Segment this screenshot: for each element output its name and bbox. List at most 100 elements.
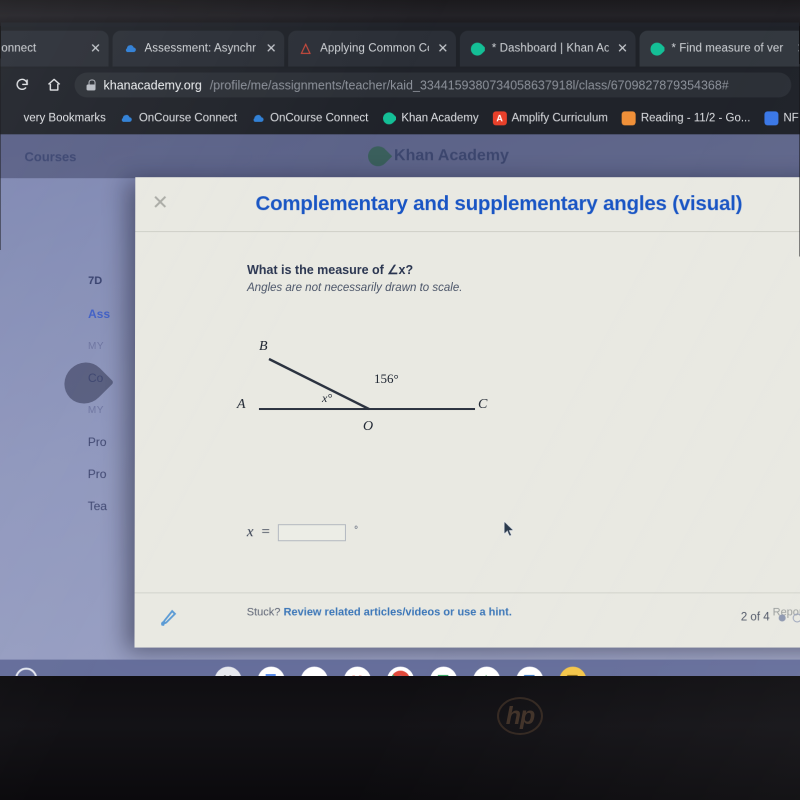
sidebar-item-1[interactable]: Ass bbox=[0, 298, 140, 330]
bookmarks-bar: very Bookmarks OnCourse Connect OnCourse C… bbox=[1, 101, 800, 134]
sidebar-item-label: Ass bbox=[88, 307, 111, 322]
reload-icon[interactable] bbox=[9, 72, 35, 98]
bookmark-item-0[interactable]: very Bookmarks bbox=[5, 111, 106, 125]
tab-title: Applying Common Co bbox=[320, 42, 429, 55]
angle-diagram: B A O C x° 156° bbox=[235, 337, 505, 447]
bookmark-item-1[interactable]: OnCourse Connect bbox=[120, 111, 237, 125]
bookmark-label: Reading - 11/2 - Go... bbox=[640, 111, 751, 124]
exercise-modal: ✕ Complementary and supplementary angles… bbox=[134, 177, 800, 648]
answer-input[interactable] bbox=[277, 524, 347, 542]
mouse-cursor bbox=[503, 519, 515, 538]
url-host: khanacademy.org bbox=[103, 77, 202, 92]
answer-equals: = bbox=[261, 524, 270, 541]
bookmark-label: NFL Charac bbox=[783, 111, 800, 124]
sidebar-item-label: Pro bbox=[87, 435, 107, 450]
khan-leaf-icon bbox=[382, 110, 397, 125]
bookmark-item-4[interactable]: A Amplify Curriculum bbox=[492, 110, 608, 125]
sidebar-item-label: MY bbox=[87, 340, 105, 352]
point-label-C: C bbox=[478, 397, 488, 413]
ray-OB bbox=[268, 357, 370, 410]
pager-dot-1[interactable] bbox=[792, 612, 800, 622]
tab-title: * Dashboard | Khan Ac bbox=[491, 42, 609, 55]
pager-dots bbox=[778, 612, 800, 622]
pencil-scratchpad-icon[interactable] bbox=[157, 607, 183, 633]
modal-title: Complementary and supplementary angles (… bbox=[255, 192, 743, 216]
modal-body: What is the measure of ∠x? Angles are no… bbox=[135, 232, 800, 618]
khan-logo[interactable]: Khan Academy bbox=[363, 142, 509, 171]
home-icon[interactable] bbox=[41, 72, 67, 98]
browser-tab-2[interactable]: Applying Common Co ✕ bbox=[288, 30, 456, 67]
bookmark-label: OnCourse Connect bbox=[138, 111, 238, 124]
bookmark-item-3[interactable]: Khan Academy bbox=[382, 110, 479, 125]
browser-tab-0[interactable]: urse Connect ✕ bbox=[0, 30, 109, 67]
cloud-icon bbox=[251, 111, 265, 125]
sidebar-item-label: 7D bbox=[88, 275, 103, 288]
bookmark-label: Khan Academy bbox=[401, 111, 479, 124]
laptop-bezel-bottom bbox=[0, 676, 800, 800]
browser-tab-4[interactable]: * Find measure of ver ✕ bbox=[639, 30, 800, 67]
cloud-icon bbox=[123, 41, 138, 56]
pager-text: 2 of 4 bbox=[740, 611, 770, 624]
tab-title: urse Connect bbox=[0, 42, 37, 55]
khan-leaf-icon bbox=[649, 41, 665, 57]
sidebar-item-5[interactable]: Pro bbox=[0, 426, 140, 458]
tab-close-icon[interactable]: ✕ bbox=[616, 41, 630, 56]
omnibox-bar: khanacademy.org /profile/me/assignments/… bbox=[1, 69, 800, 102]
sidebar-item-7[interactable]: Tea bbox=[0, 490, 140, 522]
bookmark-item-5[interactable]: Reading - 11/2 - Go... bbox=[621, 110, 751, 125]
angle-label-156: 156° bbox=[373, 371, 399, 387]
cloud-icon bbox=[120, 111, 134, 125]
address-bar[interactable]: khanacademy.org /profile/me/assignments/… bbox=[74, 72, 792, 98]
bookmark-label: Amplify Curriculum bbox=[511, 111, 608, 124]
khan-logo-text: Khan Academy bbox=[394, 147, 509, 165]
url-path: /profile/me/assignments/teacher/kaid_334… bbox=[209, 77, 729, 92]
sidebar-item-4[interactable]: MY bbox=[0, 394, 140, 426]
browser-tab-3[interactable]: * Dashboard | Khan Ac ✕ bbox=[459, 30, 636, 67]
sidebar-item-6[interactable]: Pro bbox=[0, 458, 140, 490]
pyramid-icon bbox=[298, 41, 313, 56]
folder-icon bbox=[5, 111, 19, 125]
bookmark-label: very Bookmarks bbox=[23, 111, 106, 124]
sidebar-item-label: Co bbox=[87, 371, 104, 386]
bookmark-item-2[interactable]: OnCourse Connect bbox=[251, 111, 368, 125]
sidebar-item-2[interactable]: MY bbox=[0, 330, 140, 362]
answer-row: x = ° bbox=[246, 524, 359, 542]
lock-icon bbox=[87, 79, 96, 90]
modal-footer: 2 of 4 bbox=[134, 592, 800, 648]
courses-menu[interactable]: Courses bbox=[24, 149, 76, 164]
slides-blue-icon bbox=[764, 110, 779, 125]
screenshot-root: urse Connect✕Assessment: Asynchr✕Applyin… bbox=[0, 0, 800, 800]
khan-top-nav: Courses Khan Academy bbox=[0, 134, 800, 179]
tab-close-icon[interactable]: ✕ bbox=[264, 41, 278, 56]
tab-close-icon[interactable]: ✕ bbox=[436, 41, 450, 56]
sidebar-item-label: Tea bbox=[87, 499, 108, 514]
question-note: Angles are not necessarily drawn to scal… bbox=[247, 282, 463, 295]
close-icon[interactable]: ✕ bbox=[147, 191, 173, 217]
browser-tab-1[interactable]: Assessment: Asynchr ✕ bbox=[112, 30, 285, 67]
tab-title: * Find measure of ver bbox=[671, 42, 784, 55]
khan-sidebar: 7D Ass MY Co MY Pro Pro Tea bbox=[0, 264, 140, 522]
sidebar-item-label: Pro bbox=[87, 467, 107, 482]
doc-orange-icon bbox=[621, 110, 636, 125]
sidebar-item-label: MY bbox=[87, 404, 105, 416]
point-label-B: B bbox=[258, 339, 268, 354]
bookmark-label: OnCourse Connect bbox=[270, 111, 369, 124]
sidebar-item-0[interactable]: 7D bbox=[0, 264, 140, 298]
degree-symbol: ° bbox=[354, 525, 359, 537]
tab-close-icon[interactable]: ✕ bbox=[89, 41, 103, 56]
hp-logo: hp bbox=[497, 697, 543, 735]
question-pager: 2 of 4 bbox=[741, 611, 800, 623]
khan-leaf-icon bbox=[363, 142, 393, 171]
browser-chrome: urse Connect✕Assessment: Asynchr✕Applyin… bbox=[0, 22, 800, 135]
sidebar-item-3[interactable]: Co bbox=[0, 362, 140, 394]
tab-strip: urse Connect✕Assessment: Asynchr✕Applyin… bbox=[0, 26, 800, 69]
chromebook-screen: urse Connect✕Assessment: Asynchr✕Applyin… bbox=[0, 22, 800, 678]
amplify-a-icon: A bbox=[492, 110, 507, 125]
tab-close-icon[interactable]: ✕ bbox=[795, 41, 800, 56]
chrome-os-shelf: ∷☰●M▦△▣▤ bbox=[0, 659, 800, 678]
bookmark-item-6[interactable]: NFL Charac bbox=[764, 110, 800, 125]
pager-dot-0[interactable] bbox=[778, 613, 786, 621]
search-input[interactable] bbox=[102, 146, 253, 167]
answer-variable: x bbox=[246, 524, 254, 541]
point-label-O: O bbox=[362, 419, 374, 435]
